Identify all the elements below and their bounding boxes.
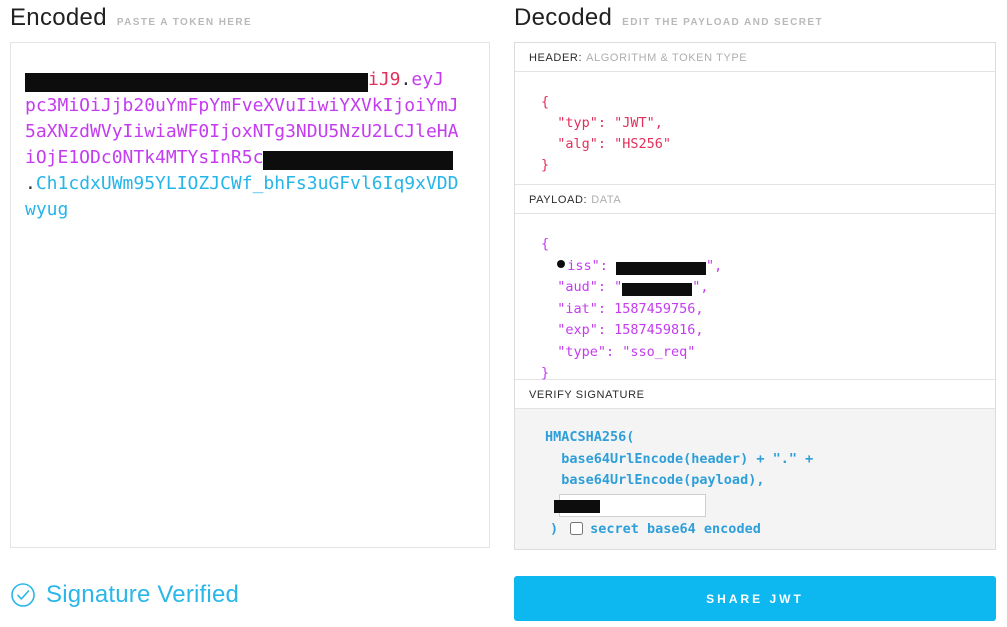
header-label: HEADER: xyxy=(529,52,582,64)
decoded-title-row: Decoded EDIT THE PAYLOAD AND SECRET xyxy=(514,0,996,42)
header-json-editor[interactable]: { "typ": "JWT", "alg": "HS256"} xyxy=(515,72,995,185)
redaction-bar xyxy=(25,73,368,92)
header-section-label: HEADER: ALGORITHM & TOKEN TYPE xyxy=(515,43,995,72)
redaction-dot xyxy=(557,260,565,268)
decoded-subtitle: EDIT THE PAYLOAD AND SECRET xyxy=(622,17,823,28)
secret-base64-label[interactable]: secret base64 encoded xyxy=(590,521,761,537)
encoded-title: Encoded xyxy=(10,4,107,32)
share-jwt-button[interactable]: SHARE JWT xyxy=(514,576,996,621)
decoded-column: Decoded EDIT THE PAYLOAD AND SECRET HEAD… xyxy=(514,0,996,621)
verify-label: VERIFY SIGNATURE xyxy=(529,389,645,401)
signature-formula: HMACSHA256( base64UrlEncode(header) + ".… xyxy=(545,427,985,492)
payload-json-editor[interactable]: { iss": ", "aud": "", "iat": 1587459756,… xyxy=(515,214,995,380)
encoded-column: Encoded PASTE A TOKEN HERE iJ9.eyJpc3MiO… xyxy=(10,0,490,621)
decoded-panel: HEADER: ALGORITHM & TOKEN TYPE { "typ": "… xyxy=(514,42,996,550)
signature-formula-close: ) secret base64 encoded xyxy=(550,521,985,537)
verify-section-label: VERIFY SIGNATURE xyxy=(515,380,995,409)
signature-status: Signature Verified xyxy=(10,581,490,609)
secret-input[interactable] xyxy=(559,494,706,517)
check-circle-icon xyxy=(10,582,36,608)
closing-paren: ) xyxy=(550,521,558,537)
encoded-title-row: Encoded PASTE A TOKEN HERE xyxy=(10,0,490,42)
header-sublabel: ALGORITHM & TOKEN TYPE xyxy=(586,52,747,64)
payload-section-label: PAYLOAD: DATA xyxy=(515,185,995,214)
redaction-bar xyxy=(622,283,692,296)
secret-base64-checkbox[interactable] xyxy=(570,522,583,535)
payload-label: PAYLOAD: xyxy=(529,194,587,206)
signature-status-text: Signature Verified xyxy=(46,581,239,609)
redaction-bar xyxy=(263,151,453,170)
encoded-token-editor[interactable]: iJ9.eyJpc3MiOiJjb20uYmFpYmFveXVuIiwiYXVk… xyxy=(10,42,490,548)
redaction-bar xyxy=(554,500,600,513)
verify-signature-area: HMACSHA256( base64UrlEncode(header) + ".… xyxy=(515,409,995,549)
jwt-debugger: Encoded PASTE A TOKEN HERE iJ9.eyJpc3MiO… xyxy=(0,0,1007,621)
redaction-bar xyxy=(616,262,706,275)
payload-sublabel: DATA xyxy=(591,194,621,206)
decoded-title: Decoded xyxy=(514,4,612,32)
encoded-subtitle: PASTE A TOKEN HERE xyxy=(117,17,252,28)
